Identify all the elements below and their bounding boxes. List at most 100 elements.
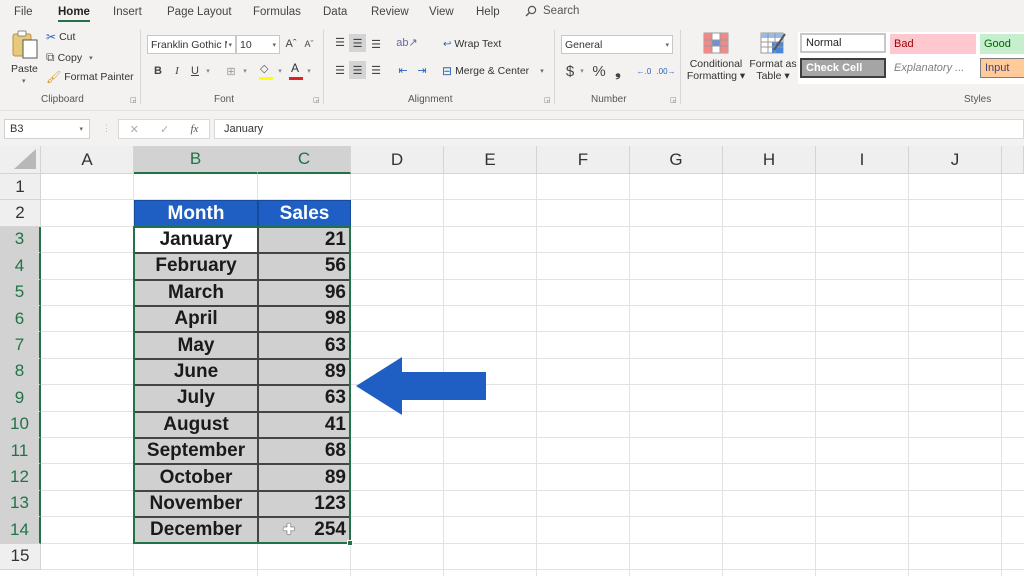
percent-button[interactable]: % xyxy=(591,61,607,81)
row-header-8[interactable]: 8 xyxy=(0,358,41,386)
clipboard-launcher-icon[interactable]: ◲ xyxy=(130,96,137,104)
formula-input[interactable]: January xyxy=(214,119,1024,139)
font-color-button[interactable]: A xyxy=(289,61,303,80)
column-header-h[interactable]: H xyxy=(723,146,816,174)
wrap-text-button[interactable]: ↩ Wrap Text xyxy=(443,38,501,50)
cut-button[interactable]: ✂ Cut xyxy=(46,30,75,44)
middle-align-icon[interactable]: ☰ xyxy=(349,34,366,52)
tab-view[interactable]: View xyxy=(429,6,454,18)
fill-color-button[interactable]: ◇ xyxy=(259,63,273,80)
tab-file[interactable]: File xyxy=(14,6,33,18)
month-cell[interactable]: December xyxy=(134,517,258,544)
row-header-14[interactable]: 14 xyxy=(0,517,41,544)
row-header-7[interactable]: 7 xyxy=(0,332,41,359)
copy-dropdown-icon[interactable]: ▾ xyxy=(89,54,93,62)
comma-style-button[interactable]: ❟ xyxy=(612,61,624,81)
underline-button[interactable]: U xyxy=(188,62,202,80)
column-header-c[interactable]: C xyxy=(258,146,351,174)
tab-home[interactable]: Home xyxy=(58,6,90,22)
borders-dropdown-icon[interactable]: ▾ xyxy=(241,62,249,80)
table-header-sales[interactable]: Sales xyxy=(258,200,351,227)
style-explanatory[interactable]: Explanatory ... xyxy=(890,58,976,78)
font-color-dropdown-icon[interactable]: ▾ xyxy=(305,62,313,80)
month-cell[interactable]: June xyxy=(134,358,258,386)
tab-formulas[interactable]: Formulas xyxy=(253,6,301,18)
paste-button[interactable]: Paste ▾ xyxy=(8,30,42,88)
row-header-15[interactable]: 15 xyxy=(0,543,41,570)
month-cell[interactable]: May xyxy=(134,332,258,359)
align-center-icon[interactable]: ☰ xyxy=(349,61,366,79)
month-cell[interactable]: April xyxy=(134,306,258,333)
column-header-j[interactable]: J xyxy=(909,146,1002,174)
sales-cell[interactable]: 254 xyxy=(258,517,351,544)
tab-page-layout[interactable]: Page Layout xyxy=(167,6,232,18)
row-header-5[interactable]: 5 xyxy=(0,279,41,306)
format-as-table-button[interactable]: Format as Table ▾ xyxy=(748,30,798,90)
format-painter-button[interactable]: 🖌 Format Painter xyxy=(46,70,134,84)
row-header-12[interactable]: 12 xyxy=(0,464,41,491)
sales-cell[interactable]: 123 xyxy=(258,490,351,518)
insert-function-icon[interactable]: fx xyxy=(190,123,198,135)
tab-help[interactable]: Help xyxy=(476,6,500,18)
fill-handle[interactable] xyxy=(347,539,353,546)
style-check-cell[interactable]: Check Cell xyxy=(800,58,886,78)
currency-button[interactable]: $ xyxy=(563,61,577,81)
row-header-1[interactable]: 1 xyxy=(0,174,41,201)
column-header-i[interactable]: I xyxy=(816,146,909,174)
underline-dropdown-icon[interactable]: ▾ xyxy=(203,62,213,80)
fill-color-dropdown-icon[interactable]: ▾ xyxy=(276,62,284,80)
row-header-10[interactable]: 10 xyxy=(0,411,41,438)
row-header-11[interactable]: 11 xyxy=(0,438,41,465)
select-all-button[interactable] xyxy=(0,146,41,174)
conditional-formatting-button[interactable]: Conditional Formatting ▾ xyxy=(686,30,746,90)
font-size-select[interactable]: 10 ▾ xyxy=(236,35,280,54)
merge-center-button[interactable]: ⊟ Merge & Center ▾ xyxy=(442,64,544,78)
tab-insert[interactable]: Insert xyxy=(113,6,142,18)
italic-button[interactable]: I xyxy=(170,62,184,80)
decrease-indent-icon[interactable]: ⇤ xyxy=(395,62,411,78)
sales-cell[interactable]: 89 xyxy=(258,464,351,491)
paste-dropdown-icon[interactable]: ▾ xyxy=(22,77,26,85)
number-format-select[interactable]: General ▾ xyxy=(561,35,673,54)
sales-cell[interactable]: 63 xyxy=(258,385,351,412)
increase-decimal-button[interactable]: ←.0 xyxy=(634,63,654,79)
search-box[interactable]: Search xyxy=(525,5,579,17)
sales-cell[interactable]: 68 xyxy=(258,438,351,465)
table-header-month[interactable]: Month xyxy=(134,200,258,227)
sales-cell[interactable]: 21 xyxy=(258,226,351,254)
cancel-icon[interactable]: ✕ xyxy=(130,123,139,136)
sales-cell[interactable]: 56 xyxy=(258,253,351,280)
font-launcher-icon[interactable]: ◲ xyxy=(313,96,320,104)
row-header-2[interactable]: 2 xyxy=(0,200,41,227)
spreadsheet-grid[interactable]: A B C D E F G H I J 1 2 3 4 5 6 7 8 9 10 11 12 13 14 15 Month Sale… xyxy=(0,146,1024,576)
currency-dropdown-icon[interactable]: ▾ xyxy=(578,61,586,81)
enter-icon[interactable]: ✓ xyxy=(160,123,169,136)
bottom-align-icon[interactable]: ☰ xyxy=(368,36,384,52)
column-header-b[interactable]: B xyxy=(134,146,258,174)
column-header-d[interactable]: D xyxy=(351,146,444,174)
row-header-6[interactable]: 6 xyxy=(0,306,41,333)
alignment-launcher-icon[interactable]: ◲ xyxy=(544,96,551,104)
month-cell[interactable]: July xyxy=(134,385,258,412)
month-cell[interactable]: August xyxy=(134,411,258,438)
style-bad[interactable]: Bad xyxy=(890,34,976,54)
sales-cell[interactable]: 63 xyxy=(258,332,351,359)
bold-button[interactable]: B xyxy=(151,62,165,80)
font-name-select[interactable]: Franklin Gothic M ▾ xyxy=(147,35,236,54)
sales-cell[interactable]: 96 xyxy=(258,279,351,306)
month-cell[interactable]: January xyxy=(134,226,258,254)
name-box[interactable]: B3 ▾ xyxy=(4,119,90,139)
style-normal[interactable]: Normal xyxy=(800,33,886,53)
merge-center-dropdown-icon[interactable]: ▾ xyxy=(540,67,544,75)
month-cell[interactable]: February xyxy=(134,253,258,280)
increase-indent-icon[interactable]: ⇥ xyxy=(414,62,430,78)
sales-cell[interactable]: 89 xyxy=(258,358,351,386)
tab-review[interactable]: Review xyxy=(371,6,409,18)
sales-cell[interactable]: 98 xyxy=(258,306,351,333)
decrease-decimal-button[interactable]: .00→ xyxy=(656,63,676,79)
align-right-icon[interactable]: ☰ xyxy=(368,62,384,78)
top-align-icon[interactable]: ☰ xyxy=(332,34,348,50)
column-header-e[interactable]: E xyxy=(444,146,537,174)
column-header-g[interactable]: G xyxy=(630,146,723,174)
orientation-icon[interactable]: ab↗ xyxy=(395,34,419,50)
